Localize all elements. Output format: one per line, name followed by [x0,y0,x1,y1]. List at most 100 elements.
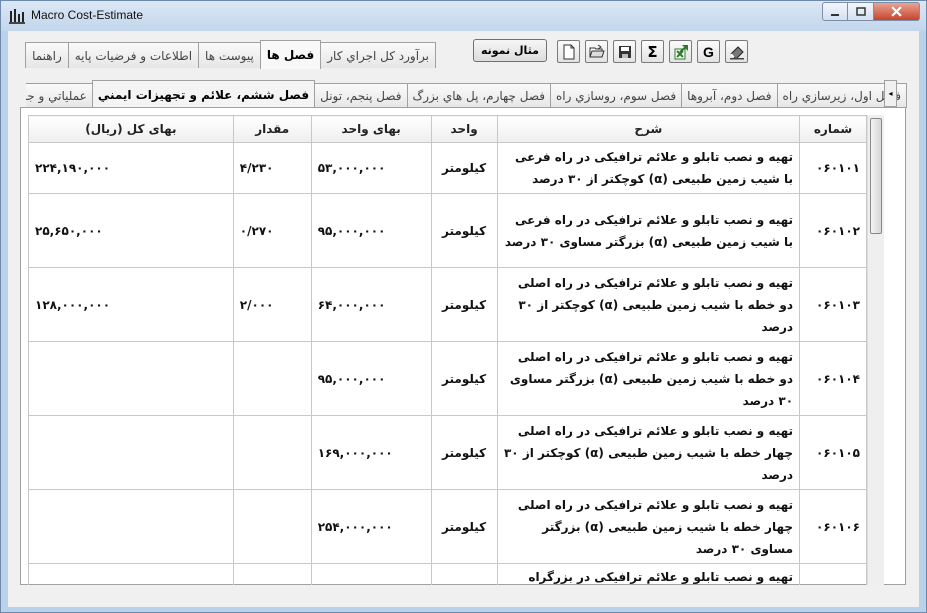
cell-quantity[interactable] [232,341,312,416]
maximize-button[interactable] [848,2,874,21]
tab-chapter-5[interactable]: فصل پنجم، تونل [314,83,408,108]
cell-code: ۰۶۰۱۰۴ [799,341,867,416]
main-tabs: راهنما اطلاعات و فرضيات پايه پيوست ها فص… [25,40,436,69]
tab-scroll-left-button[interactable]: ◂ [884,80,897,107]
table-row[interactable]: ۰۶۰۱۰۲ تهیه و نصب تابلو و علائم ترافیکی … [28,193,867,268]
cell-total [28,341,234,416]
grid-vertical-scrollbar[interactable] [867,115,884,585]
cell-description: تهیه و نصب تابلو و علائم ترافیکی در راه … [496,142,801,194]
tab-basic-info[interactable]: اطلاعات و فرضيات پايه [67,42,200,68]
cell-code: ۰۶۰۱۰۶ [799,489,867,564]
cell-unit-price: ۹۵,۰۰۰,۰۰۰ [310,193,432,268]
cell-unit: کیلومتر [430,193,498,268]
col-header-code[interactable]: شماره [799,115,867,143]
tab-chapters[interactable]: فصل ها [259,40,322,69]
cell-total: ۲۵,۶۵۰,۰۰۰ [28,193,234,268]
sample-example-button[interactable]: مثال نمونه [473,39,547,62]
cell-description: تهیه و نصب تابلو و علائم ترافیکی در راه … [496,341,801,416]
cell-unit: کیلومتر [430,415,498,490]
cell-total [28,563,234,585]
tab-help[interactable]: راهنما [25,42,69,68]
minimize-icon [831,13,839,16]
close-icon [891,6,902,17]
cell-unit: کیلومتر [430,142,498,194]
cell-total: ۲۲۴,۱۹۰,۰۰۰ [28,142,234,194]
cell-quantity[interactable]: ۰/۲۷۰ [232,193,312,268]
col-header-description[interactable]: شرح [496,115,801,143]
table-row[interactable]: ۰۶۰۱۰۶ تهیه و نصب تابلو و علائم ترافیکی … [28,489,867,564]
cell-total [28,489,234,564]
cell-unit-price: ۶۴,۰۰۰,۰۰۰ [310,267,432,342]
maximize-icon [855,6,866,16]
sigma-icon: Σ [647,42,658,61]
cell-description: تهیه و نصب تابلو و علائم ترافیکی در راه … [496,193,801,268]
cell-unit-price: ۵۳,۰۰۰,۰۰۰ [310,142,432,194]
cell-code: ۰۶۰۱۰۵ [799,415,867,490]
open-folder-button[interactable] [585,40,608,63]
table-row[interactable]: ۰۶۰۱۰۴ تهیه و نصب تابلو و علائم ترافیکی … [28,341,867,416]
window-title: Macro Cost-Estimate [31,8,144,22]
cell-total [28,415,234,490]
save-disk-icon [618,45,631,58]
cell-unit: کیلومتر [430,341,498,416]
cell-quantity[interactable] [232,489,312,564]
cell-unit-price [310,563,432,585]
g-button[interactable]: G [697,40,720,63]
excel-export-button[interactable] [669,40,692,63]
cell-unit-price: ۹۵,۰۰۰,۰۰۰ [310,341,432,416]
eraser-button[interactable] [725,40,748,63]
table-header-row: شماره شرح واحد بهای واحد مقدار بهای کل (… [28,115,867,143]
app-logo-icon [9,9,25,24]
table-row[interactable]: تهیه و نصب تابلو و علائم ترافیکی در بزرگ… [28,563,867,585]
col-header-quantity[interactable]: مقدار [232,115,312,143]
table-row[interactable]: ۰۶۰۱۰۱ تهیه و نصب تابلو و علائم ترافیکی … [28,142,867,194]
tab-chapter-6[interactable]: فصل ششم، علائم و تجهيزات ايمني [91,80,316,108]
sum-button[interactable]: Σ [641,40,664,63]
cell-quantity[interactable] [232,563,312,585]
close-button[interactable] [874,2,920,21]
tab-chapter-operational[interactable]: عملياتي و جنبي [26,83,93,108]
new-file-button[interactable] [557,40,580,63]
items-table: شماره شرح واحد بهای واحد مقدار بهای کل (… [28,115,867,585]
tab-chapter-3[interactable]: فصل سوم، روسازي راه [550,83,683,108]
cell-code: ۰۶۰۱۰۱ [799,142,867,194]
eraser-icon [729,45,744,60]
g-icon: G [703,43,714,60]
col-header-total[interactable]: بهای کل (ریال) [28,115,234,143]
tab-chapter-4[interactable]: فصل چهارم، پل هاي بزرگ [406,83,552,108]
chevron-left-icon: ◂ [888,89,893,98]
table-row[interactable]: ۰۶۰۱۰۳ تهیه و نصب تابلو و علائم ترافیکی … [28,267,867,342]
tab-appendices[interactable]: پيوست ها [198,42,261,68]
items-grid: شماره شرح واحد بهای واحد مقدار بهای کل (… [28,115,867,585]
cell-code: ۰۶۰۱۰۳ [799,267,867,342]
cell-code: ۰۶۰۱۰۲ [799,193,867,268]
tab-total-estimate[interactable]: برآورد کل اجراي کار [320,42,436,68]
cell-unit: کیلومتر [430,489,498,564]
tab-chapter-2[interactable]: فصل دوم، آبروها [681,83,778,108]
cell-quantity[interactable]: ۲/۰۰۰ [232,267,312,342]
save-button[interactable] [613,40,636,63]
cell-description: تهیه و نصب تابلو و علائم ترافیکی در راه … [496,415,801,490]
cell-quantity[interactable] [232,415,312,490]
cell-unit-price: ۱۶۹,۰۰۰,۰۰۰ [310,415,432,490]
title-bar[interactable]: Macro Cost-Estimate [1,1,926,31]
excel-icon [674,44,688,59]
table-row[interactable]: ۰۶۰۱۰۵ تهیه و نصب تابلو و علائم ترافیکی … [28,415,867,490]
new-file-icon [563,44,574,59]
cell-description: تهیه و نصب تابلو و علائم ترافیکی در بزرگ… [496,563,801,585]
app-window: Macro Cost-Estimate راهنما اطلاعات و فرض… [0,0,927,613]
scrollbar-thumb[interactable] [870,118,882,234]
open-folder-icon [588,44,605,57]
cell-description: تهیه و نصب تابلو و علائم ترافیکی در راه … [496,267,801,342]
cell-unit-price: ۲۵۴,۰۰۰,۰۰۰ [310,489,432,564]
cell-unit [430,563,498,585]
minimize-button[interactable] [822,2,848,21]
chapter-tabs: عملياتي و جنبي فصل ششم، علائم و تجهيزات … [26,80,907,108]
window-controls [822,2,920,21]
col-header-unit-price[interactable]: بهای واحد [310,115,432,143]
cell-description: تهیه و نصب تابلو و علائم ترافیکی در راه … [496,489,801,564]
cell-total: ۱۲۸,۰۰۰,۰۰۰ [28,267,234,342]
col-header-unit[interactable]: واحد [430,115,498,143]
cell-quantity[interactable]: ۴/۲۳۰ [232,142,312,194]
cell-code [799,563,867,585]
